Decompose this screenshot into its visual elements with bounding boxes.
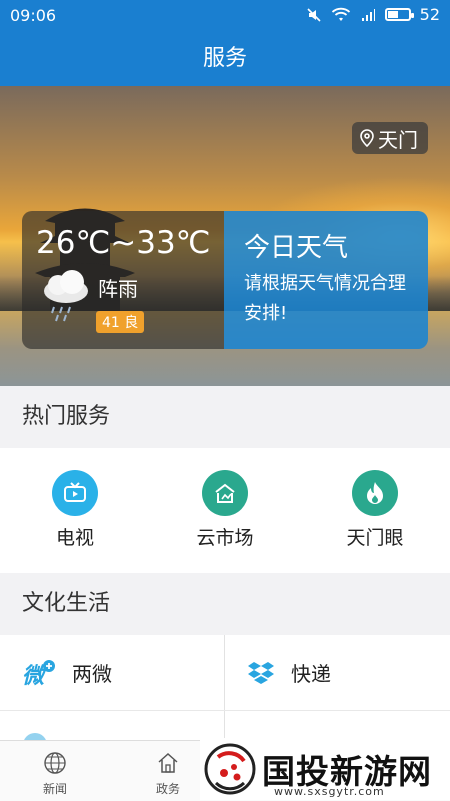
battery-percent: 52 xyxy=(419,5,440,24)
weather-card[interactable]: 26℃~33℃ 阵雨 41 良 今日天气 请根据天气情况合理安排! xyxy=(22,211,428,349)
home-icon xyxy=(158,752,178,773)
globe-icon xyxy=(44,752,66,774)
fire-icon xyxy=(352,470,398,516)
service-tianmen-eye[interactable]: 天门眼 xyxy=(300,448,450,573)
rain-cloud-icon xyxy=(44,270,88,322)
hero-banner: 天门 26℃~33℃ 阵雨 41 良 今日天气 请根据天气情况合理安排! xyxy=(0,86,450,386)
temperature-range: 26℃~33℃ xyxy=(36,225,211,261)
wifi-icon xyxy=(331,7,350,21)
aqi-badge: 41 良 xyxy=(96,311,145,333)
weather-advice-panel: 今日天气 请根据天气情况合理安排! xyxy=(224,211,428,349)
culture-item-express[interactable]: 快递 xyxy=(225,635,449,710)
status-time: 09:06 xyxy=(10,6,57,25)
status-bar: 09:06 52 xyxy=(0,0,450,32)
culture-label: 快递 xyxy=(291,662,331,686)
tab-news[interactable]: 新闻 xyxy=(0,741,110,801)
hot-services-title: 热门服务 xyxy=(0,386,450,448)
service-label: 云市场 xyxy=(196,527,254,549)
culture-label: 两微 xyxy=(72,662,112,686)
culture-item-weibo[interactable]: 微 两微 xyxy=(0,635,224,710)
location-button[interactable]: 天门 xyxy=(352,122,428,154)
aqi-value: 41 xyxy=(102,315,120,331)
tv-icon xyxy=(52,470,98,516)
signal-icon xyxy=(361,8,375,21)
aqi-label: 良 xyxy=(124,315,139,331)
service-label: 天门眼 xyxy=(346,527,404,549)
culture-title: 文化生活 xyxy=(0,573,450,635)
service-tv[interactable]: 电视 xyxy=(0,448,150,573)
grid-divider xyxy=(224,635,225,755)
watermark-url: www.sxsgytr.com xyxy=(274,785,385,798)
market-icon xyxy=(202,470,248,516)
battery-icon xyxy=(384,8,414,21)
weather-panel-title: 今日天气 xyxy=(244,233,349,263)
location-label: 天门 xyxy=(378,127,418,152)
location-pin-icon xyxy=(360,129,374,147)
weibo-icon: 微 xyxy=(22,659,55,687)
weather-summary: 26℃~33℃ 阵雨 41 良 xyxy=(22,211,224,349)
service-label: 电视 xyxy=(55,527,94,549)
dropbox-icon xyxy=(248,661,274,684)
culture-grid: 微 两微 快递 xyxy=(0,635,450,755)
hot-services-grid: 电视 云市场 天门眼 xyxy=(0,448,450,573)
service-cloud-market[interactable]: 云市场 xyxy=(150,448,300,573)
weather-panel-desc: 请根据天气情况合理安排! xyxy=(244,273,406,324)
watermark-logo-icon xyxy=(204,743,256,795)
site-watermark: 国投新游网 www.sxsgytr.com xyxy=(200,738,450,800)
tab-label: 新闻 xyxy=(42,782,67,796)
page-title: 服务 xyxy=(0,32,450,86)
mute-icon xyxy=(307,7,321,22)
grid-divider xyxy=(0,710,450,711)
weather-condition: 阵雨 xyxy=(98,277,138,301)
